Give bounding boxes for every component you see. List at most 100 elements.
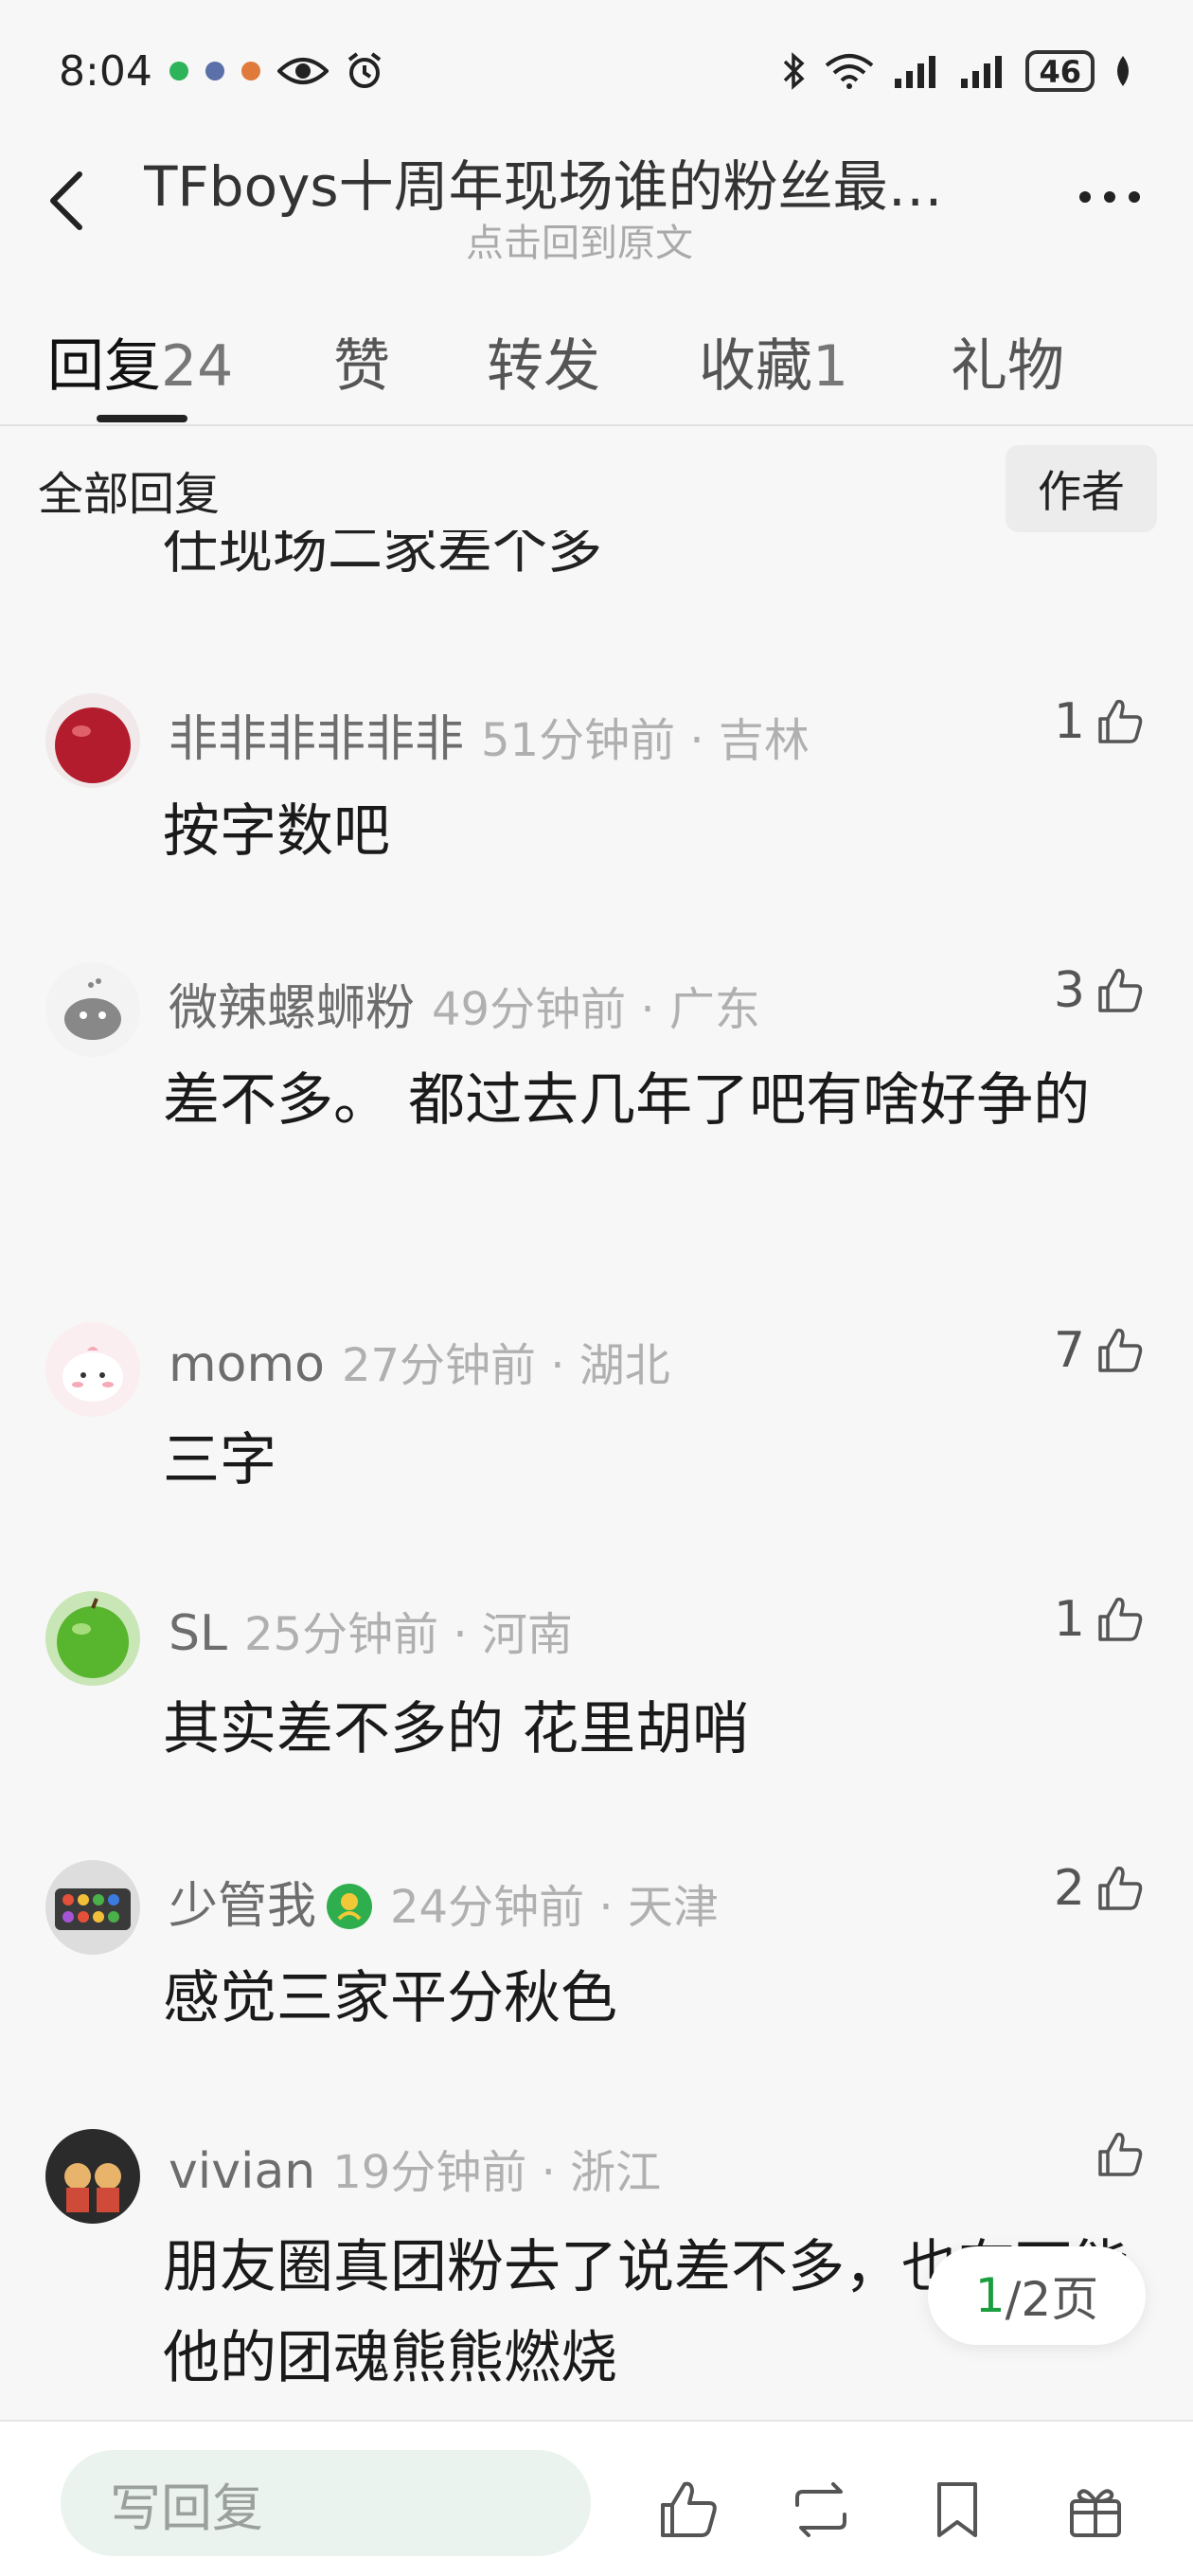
reply-input[interactable]: 写回复 [61,2450,591,2556]
tab-label: 回复 [47,333,161,400]
like-button[interactable]: 2 [1054,1860,1146,1917]
gift-icon[interactable] [1062,2477,1129,2543]
avatar[interactable] [45,1860,140,1955]
comment-meta: 微辣螺蛳粉 49分钟前 · 广东 [169,968,760,1039]
alarm-icon [347,52,382,88]
bookmark-icon[interactable] [924,2477,990,2543]
comment-list[interactable]: 仕现场二家差个多 非非非非非非 51分钟前 · 吉林 1 按字数吧 微辣螺蛳粉 … [0,530,1193,2415]
status-bar: 8:04 46 [0,0,1193,142]
signal-icon [895,56,936,88]
avatar[interactable] [45,1322,140,1417]
username[interactable]: momo [169,1336,325,1393]
tab-label: 礼物 [951,333,1064,400]
cartoon-avatar-icon [45,962,140,1057]
header: TFboys十周年现场谁的粉丝最… 点击回到原文 [0,142,1193,265]
bottom-action-bar: 写回复 [0,2420,1193,2576]
username[interactable]: SL [169,1605,227,1662]
app-notification-icon [205,62,224,80]
tab-likes[interactable]: 赞 [333,320,390,402]
partial-comment-text: 仕现场二家差个多 [163,530,603,581]
cartoon-avatar-icon [45,1322,140,1417]
like-count: 1 [1053,693,1085,750]
repost-icon[interactable] [788,2477,854,2543]
all-replies-label: 全部回复 [38,468,221,521]
comment-text: 感觉三家平分秋色 [163,1965,617,2031]
username[interactable]: 微辣螺蛳粉 [169,980,415,1037]
comment-time-location: 25分钟前 · 河南 [243,1608,573,1661]
like-button[interactable] [1085,2129,1146,2180]
like-button[interactable]: 1 [1054,1591,1146,1648]
thumbs-up-icon [1098,1866,1143,1910]
avatar[interactable] [45,962,140,1057]
tab-label: 赞 [333,333,390,400]
like-count: 3 [1053,962,1085,1019]
username[interactable]: 少管我 [169,1878,316,1935]
comment-time-location: 19分钟前 · 浙江 [332,2146,662,2199]
comment-time-location: 49分钟前 · 广东 [432,983,760,1036]
wechat-notification-icon [169,62,188,80]
wifi-icon [826,54,874,89]
comment-text: 其实差不多的 花里胡哨 [163,1696,750,1762]
thumbs-up-icon [1098,2132,1143,2176]
total-pages: /2页 [1005,2272,1099,2327]
filter-row: 全部回复 作者 [0,445,1193,532]
username[interactable]: vivian [169,2143,315,2200]
thumbs-up-icon [1098,699,1143,743]
avatar[interactable] [45,2129,140,2224]
thumbs-up-icon [1098,968,1143,1012]
keyboard-avatar-icon [45,1860,140,1955]
comment-time-location: 51分钟前 · 吉林 [481,714,810,767]
comment-text: 按字数吧 [163,798,390,865]
figures-avatar-icon [45,2129,140,2224]
tab-favorites[interactable]: 收藏1 [699,320,848,402]
tab-count: 1 [812,333,849,400]
comment-meta: vivian 19分钟前 · 浙江 [169,2135,661,2201]
like-post-icon[interactable] [655,2477,721,2543]
back-to-post-link[interactable]: 点击回到原文 [144,212,1015,267]
author-filter-button[interactable]: 作者 [1006,445,1157,532]
eye-icon [276,58,329,84]
thumbs-up-icon [1098,1597,1143,1641]
avatar[interactable] [45,1591,140,1686]
tab-bar: 回复24 赞 转发 收藏1 礼物 [0,303,1193,426]
status-right: 46 [781,50,1134,92]
active-tab-indicator [97,415,187,422]
like-button[interactable]: 7 [1054,1322,1146,1379]
more-dots-icon [1079,191,1140,203]
comment-meta: 少管我 24分钟前 · 天津 [169,1866,719,1937]
username[interactable]: 非非非非非非 [169,711,464,768]
pagination-indicator[interactable]: 1/2页 [928,2246,1146,2345]
tab-label: 收藏 [699,333,812,400]
status-left: 8:04 [59,47,383,96]
bluetooth-icon [784,52,806,90]
page-title[interactable]: TFboys十周年现场谁的粉丝最… [144,142,1015,222]
like-count: 1 [1053,1591,1085,1648]
thumbs-up-icon [1098,1328,1143,1372]
comment-text: 差不多。 都过去几年了吧有啥好争的 [163,1067,1091,1134]
fan-badge-icon [327,1884,373,1929]
status-time: 8:04 [59,46,152,96]
like-count: 2 [1053,1860,1085,1917]
more-button[interactable] [1072,178,1148,216]
signal-icon-2 [961,56,1003,88]
comment-time-location: 24分钟前 · 天津 [390,1881,719,1934]
tab-gifts[interactable]: 礼物 [951,320,1064,402]
leaf-icon [1117,56,1129,86]
current-page: 1 [974,2268,1006,2323]
back-button[interactable] [40,163,97,239]
avatar[interactable] [45,693,140,788]
like-count: 7 [1053,1322,1085,1379]
comment-meta: momo 27分钟前 · 湖北 [169,1328,670,1394]
like-button[interactable]: 3 [1054,962,1146,1019]
green-apple-avatar-icon [45,1591,140,1686]
battery-indicator: 46 [1025,50,1095,92]
app-notification-icon-2 [240,62,260,80]
chevron-left-icon [50,171,82,230]
tab-replies[interactable]: 回复24 [47,320,233,402]
comment-text: 三字 [163,1427,276,1494]
comment-time-location: 27分钟前 · 湖北 [341,1339,670,1392]
tab-label: 转发 [487,333,600,400]
like-button[interactable]: 1 [1054,693,1146,750]
comment-meta: 非非非非非非 51分钟前 · 吉林 [169,699,810,770]
tab-reposts[interactable]: 转发 [487,320,600,402]
